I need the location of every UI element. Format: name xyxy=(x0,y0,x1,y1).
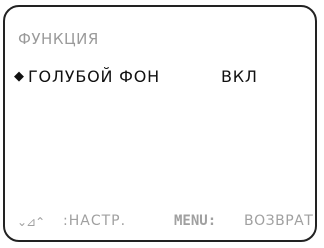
selection-cursor-icon: ◆ xyxy=(14,69,25,84)
menu-item-label: ГОЛУБОЙ ФОН xyxy=(28,67,160,86)
menu-item-value[interactable]: ВКЛ xyxy=(221,67,258,86)
back-hint: ВОЗВРАТ xyxy=(244,213,314,229)
menu-title: ФУНКЦИЯ xyxy=(18,30,99,48)
osd-menu-frame: ФУНКЦИЯ ◆ ГОЛУБОЙ ФОН ВКЛ ⌄⊿⌃ :НАСТР. ME… xyxy=(3,5,317,242)
menu-item-blue-background[interactable]: ◆ ГОЛУБОЙ ФОН ВКЛ xyxy=(14,67,304,89)
menu-key-label: MENU: xyxy=(174,213,217,229)
setup-hint: :НАСТР. xyxy=(63,213,127,229)
footer-hint-bar: ⌄⊿⌃ :НАСТР. MENU: ВОЗВРАТ xyxy=(17,213,317,235)
navigation-arrows-icon: ⌄⊿⌃ xyxy=(17,215,45,229)
